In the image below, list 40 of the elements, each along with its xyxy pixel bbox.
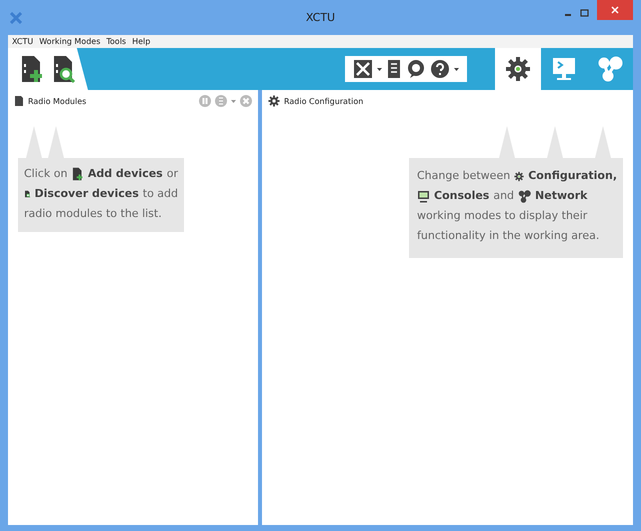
tip-text: Consoles <box>434 188 490 204</box>
tip-text: functionality in the working area. <box>417 228 600 244</box>
tip-text: working modes to display their <box>417 208 588 224</box>
tip-text: or <box>166 166 178 182</box>
maximize-icon[interactable] <box>580 9 589 17</box>
menu-item[interactable]: XCTU <box>12 37 34 46</box>
tip-text: to add <box>142 186 178 202</box>
gear-icon <box>514 170 524 182</box>
window-title: XCTU <box>306 11 336 24</box>
tip-text: radio modules to the list. <box>24 206 162 222</box>
close-icon <box>611 6 619 14</box>
help-icon[interactable] <box>430 59 450 79</box>
panel-title: Radio Modules <box>28 96 86 106</box>
monitor-icon <box>551 56 577 82</box>
caret-icon[interactable] <box>454 66 459 72</box>
tip-text: Add devices <box>88 166 163 182</box>
document-icon[interactable] <box>386 59 402 79</box>
radio-module-icon <box>14 95 24 107</box>
menu-item[interactable]: Working Modes <box>39 37 100 46</box>
tip-text: Configuration, <box>528 168 617 184</box>
tip-text: Click on <box>24 166 68 182</box>
tip-text: Change between <box>417 168 510 184</box>
monitor-icon <box>417 190 430 202</box>
tools-icon[interactable] <box>353 59 373 79</box>
tip-text: and <box>493 188 514 204</box>
chat-icon[interactable] <box>406 59 426 79</box>
network-icon <box>597 56 623 82</box>
menu-item[interactable]: Help <box>132 37 150 46</box>
tip-text: Network <box>535 188 588 204</box>
gear-icon <box>268 95 280 107</box>
menu-item[interactable]: Tools <box>106 37 126 46</box>
caret-icon[interactable] <box>377 66 382 72</box>
add-device-icon <box>71 166 84 182</box>
panel-title: Radio Configuration <box>284 96 364 106</box>
tip-text: Discover devices <box>34 186 139 202</box>
gear-icon <box>505 56 531 82</box>
mode-tab[interactable] <box>495 48 541 90</box>
close-button[interactable] <box>597 0 633 20</box>
app-logo-icon <box>10 12 22 24</box>
network-icon <box>518 190 532 202</box>
